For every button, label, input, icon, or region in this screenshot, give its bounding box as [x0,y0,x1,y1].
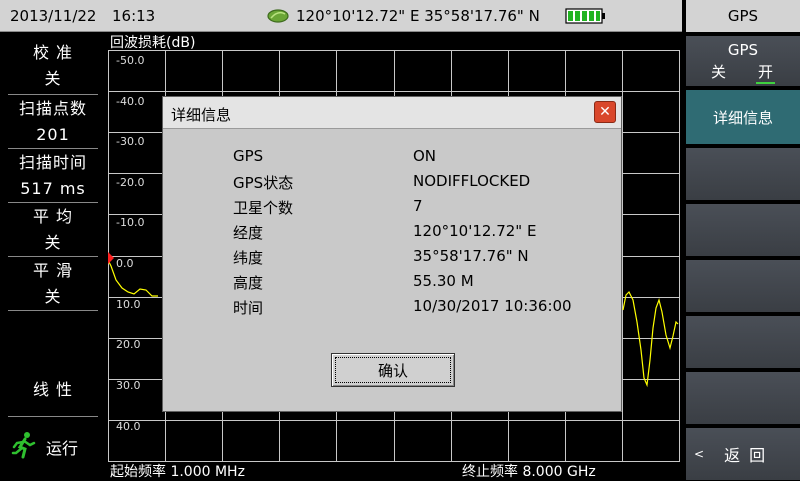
average-value: 关 [44,233,62,252]
gps-off-option: 关 [710,63,726,81]
gps-softkey-title: GPS [727,41,759,59]
info-value: ON [413,147,437,165]
close-icon[interactable]: ✕ [594,101,616,123]
reference-marker [108,252,114,264]
y-tick-label: -50.0 [116,54,145,67]
sweep-time-item[interactable]: 扫描时间 517 ms [10,150,96,202]
y-tick-label: 40.0 [116,420,141,433]
divider [8,148,98,149]
y-tick-label: 20.0 [116,338,141,351]
empty-softkey[interactable] [684,370,800,424]
empty-softkey[interactable] [684,314,800,368]
sweep-time-label: 扫描时间 [18,153,87,172]
y-tick-label: 10.0 [116,298,141,311]
average-item[interactable]: 平 均 关 [10,204,96,256]
empty-softkey[interactable] [684,146,800,200]
info-value: NODIFFLOCKED [413,172,531,190]
scale-item[interactable]: 线 性 [10,377,96,403]
info-key: GPS状态 [233,174,294,192]
back-arrow-icon: < [694,447,705,461]
divider [8,202,98,203]
running-man-icon [10,431,38,463]
gps-toggle-softkey[interactable]: GPS 关 开 [684,34,800,86]
divider [8,416,98,417]
battery-icon [565,8,607,28]
info-key: 高度 [233,274,264,292]
gps-on-option: 开 [756,61,776,84]
plot-title: 回波损耗(dB) [110,35,196,51]
calibration-value: 关 [44,69,62,88]
sweep-points-label: 扫描点数 [18,99,87,118]
status-time: 16:13 [112,7,156,25]
info-key: 卫星个数 [233,199,294,217]
info-value: 10/30/2017 10:36:00 [413,297,572,315]
sweep-points-value: 201 [36,125,70,144]
divider [8,310,98,311]
back-label: 返 回 [724,446,768,465]
status-coordinates: 120°10'12.72" E 35°58'17.76" N [296,7,540,25]
y-tick-label: -30.0 [116,135,145,148]
info-value: 55.30 M [413,272,474,290]
confirm-button[interactable]: 确认 [331,353,455,387]
satellite-icon [266,8,290,28]
info-value: 120°10'12.72" E [413,222,537,240]
y-tick-label: -10.0 [116,216,145,229]
empty-softkey[interactable] [684,202,800,256]
divider [8,94,98,95]
average-label: 平 均 [32,207,74,226]
y-tick-label: -20.0 [116,176,145,189]
info-key: 经度 [233,224,264,242]
status-bar: 2013/11/22 16:13 120°10'12.72" E 35°58'1… [0,0,682,32]
y-tick-label: 0.0 [116,257,134,270]
info-key: 纬度 [233,249,264,267]
dialog-titlebar: 详细信息 ✕ [163,97,621,129]
y-tick-label: 30.0 [116,379,141,392]
y-tick-label: -40.0 [116,95,145,108]
empty-softkey[interactable] [684,258,800,312]
dialog-title: 详细信息 [171,106,232,124]
run-label: 运行 [46,439,79,458]
detail-info-softkey[interactable]: 详细信息 [684,88,800,144]
stop-frequency: 终止频率 8.000 GHz [462,464,596,480]
sweep-time-value: 517 ms [20,179,86,198]
left-menu: 校 准 关 扫描点数 201 扫描时间 517 ms 平 均 关 平 滑 关 线… [0,34,104,480]
smooth-item[interactable]: 平 滑 关 [10,258,96,310]
divider [8,256,98,257]
start-frequency: 起始频率 1.000 MHz [110,464,245,480]
status-date: 2013/11/22 [10,7,97,25]
back-softkey[interactable]: < 返 回 [684,426,800,480]
calibration-item[interactable]: 校 准 关 [10,40,96,92]
run-button[interactable]: 运行 [10,432,96,462]
info-value: 35°58'17.76" N [413,247,529,265]
sweep-points-item[interactable]: 扫描点数 201 [10,96,96,148]
info-key: GPS [233,147,264,165]
info-key: 时间 [233,299,264,317]
detail-info-dialog: 详细信息 ✕ GPS ON GPS状态 NODIFFLOCKED 卫星个数 7 … [162,96,622,412]
scale-label: 线 性 [32,380,74,399]
calibration-label: 校 准 [32,43,74,62]
smooth-label: 平 滑 [32,261,74,280]
panel-title: GPS [684,0,800,32]
smooth-value: 关 [44,287,62,306]
info-value: 7 [413,197,423,215]
